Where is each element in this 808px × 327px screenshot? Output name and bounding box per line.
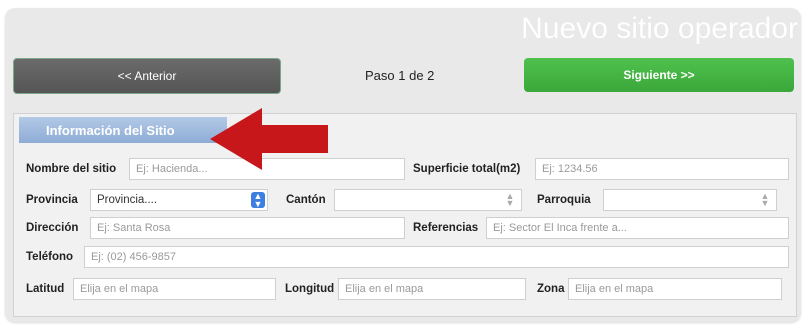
telefono-label: Teléfono <box>26 251 74 263</box>
longitud-input[interactable] <box>338 278 526 300</box>
referencias-label: Referencias <box>413 222 479 234</box>
page-title: Nuevo sitio operador <box>521 12 798 45</box>
next-button[interactable]: Siguiente >> <box>524 58 794 92</box>
provincia-label: Provincia <box>26 194 78 206</box>
provincia-select-value: Provincia.... <box>97 194 158 206</box>
chevron-updown-icon: ▲ ▼ <box>505 191 515 208</box>
latitud-label: Latitud <box>26 283 65 295</box>
canton-label: Cantón <box>286 194 326 206</box>
section-header: Información del Sitio <box>19 117 227 143</box>
provincia-select[interactable]: Provincia.... ▲ ▼ <box>90 189 268 211</box>
nombre-label: Nombre del sitio <box>26 163 117 175</box>
parroquia-select[interactable]: ▲ ▼ <box>603 189 777 211</box>
telefono-input[interactable] <box>84 246 789 268</box>
zona-label: Zona <box>537 283 565 295</box>
direccion-label: Dirección <box>26 222 79 234</box>
step-indicator: Paso 1 de 2 <box>365 68 435 83</box>
canton-select[interactable]: ▲ ▼ <box>334 189 522 211</box>
longitud-label: Longitud <box>285 283 335 295</box>
superficie-label: Superficie total(m2) <box>413 163 521 175</box>
previous-button[interactable]: << Anterior <box>13 58 281 94</box>
direccion-input[interactable] <box>90 217 405 239</box>
red-left-arrow-icon <box>210 108 328 170</box>
zona-input[interactable] <box>568 278 782 300</box>
latitud-input[interactable] <box>73 278 276 300</box>
referencias-input[interactable] <box>486 217 789 239</box>
parroquia-label: Parroquia <box>537 194 591 206</box>
section-title: Información del Sitio <box>46 122 175 138</box>
superficie-input[interactable] <box>535 158 789 180</box>
chevron-updown-icon: ▲ ▼ <box>760 191 770 208</box>
chevron-updown-icon: ▲ ▼ <box>251 192 265 209</box>
